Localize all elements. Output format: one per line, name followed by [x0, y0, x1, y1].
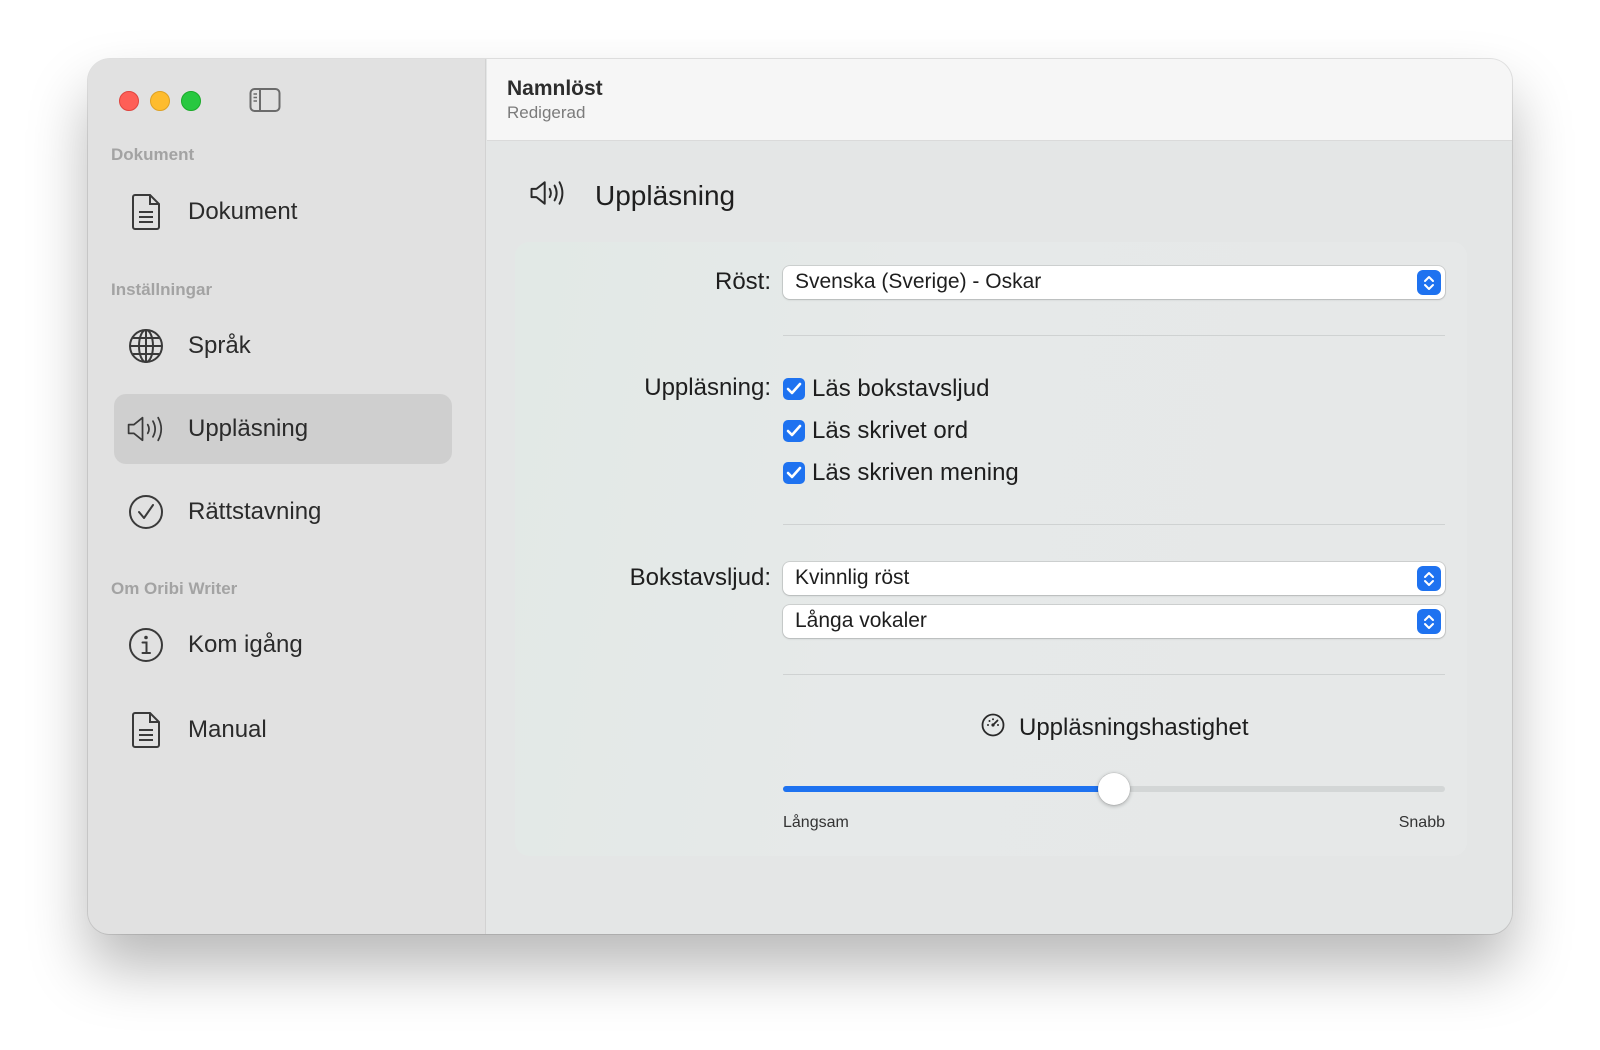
- sidebar-item-manual[interactable]: Manual: [114, 695, 452, 765]
- window-controls: [119, 91, 201, 111]
- page-heading: Uppläsning: [529, 179, 735, 212]
- minimize-button[interactable]: [150, 91, 170, 111]
- app-window: Dokument Dokument Inställningar Språk Up…: [88, 59, 1512, 934]
- speed-heading-label: Uppläsningshastighet: [1019, 713, 1249, 741]
- sidebar-item-kom-igang[interactable]: Kom igång: [114, 610, 452, 680]
- chevron-updown-icon: [1417, 609, 1441, 634]
- sidebar-section-dokument: Dokument: [111, 145, 195, 164]
- checkbox-label: Läs bokstavsljud: [812, 375, 990, 402]
- speedometer-icon: [980, 712, 1006, 743]
- letter-sound-voice-select[interactable]: Kvinnlig röst: [783, 562, 1445, 595]
- divider: [783, 674, 1445, 675]
- checkbox-read-letter-sounds[interactable]: Läs bokstavsljud: [783, 375, 989, 403]
- page-title: Uppläsning: [595, 179, 736, 211]
- speaker-icon: [126, 409, 166, 449]
- slider-max-label: Snabb: [1398, 814, 1445, 831]
- sidebar-item-label: Kom igång: [188, 631, 303, 658]
- speaker-icon: [529, 179, 567, 212]
- voice-select[interactable]: Svenska (Sverige) - Oskar: [783, 266, 1445, 299]
- sidebar-toggle-button[interactable]: [249, 87, 281, 113]
- vowel-length-value: Långa vokaler: [795, 609, 927, 632]
- speed-heading: Uppläsningshastighet: [980, 712, 1249, 743]
- close-button[interactable]: [119, 91, 139, 111]
- globe-icon: [126, 326, 166, 366]
- slider-min-label: Långsam: [783, 814, 849, 831]
- document-icon: [126, 192, 166, 232]
- info-icon: [126, 625, 166, 665]
- letter-sound-voice-value: Kvinnlig röst: [795, 566, 910, 589]
- sidebar-item-upplasning[interactable]: Uppläsning: [114, 394, 452, 464]
- checkbox-read-written-sentence[interactable]: Läs skriven mening: [783, 459, 1019, 487]
- sidebar-item-rattstavning[interactable]: Rättstavning: [114, 477, 452, 547]
- vowel-length-select[interactable]: Långa vokaler: [783, 605, 1445, 638]
- document-title: Namnlöst: [507, 77, 603, 100]
- voice-label: Röst:: [714, 268, 771, 295]
- reading-label: Uppläsning:: [644, 374, 771, 401]
- letter-sounds-label: Bokstavsljud:: [629, 564, 771, 591]
- checkbox-label: Läs skrivet ord: [812, 417, 969, 444]
- zoom-button[interactable]: [181, 91, 201, 111]
- divider: [783, 524, 1445, 525]
- chevron-updown-icon: [1417, 270, 1441, 295]
- sidebar-item-label: Manual: [188, 716, 267, 743]
- speed-slider[interactable]: [783, 771, 1445, 807]
- main-content: Namnlöst Redigerad Uppläsning Röst: Uppl…: [487, 59, 1512, 934]
- slider-fill: [783, 786, 1114, 792]
- checkbox-checked-icon: [783, 462, 805, 484]
- checkmark-circle-icon: [126, 492, 166, 532]
- sidebar-section-om: Om Oribi Writer: [111, 579, 238, 598]
- sidebar-item-label: Uppläsning: [188, 415, 309, 442]
- document-icon: [126, 710, 166, 750]
- title-bar: Namnlöst Redigerad: [487, 59, 1512, 141]
- settings-panel: Röst: Uppläsning: Bokstavsljud: Svenska …: [515, 242, 1467, 856]
- sidebar: Dokument Dokument Inställningar Språk Up…: [88, 59, 486, 934]
- sidebar-item-label: Rättstavning: [188, 498, 322, 525]
- checkbox-label: Läs skriven mening: [812, 459, 1019, 486]
- slider-thumb[interactable]: [1098, 773, 1130, 805]
- checkbox-checked-icon: [783, 420, 805, 442]
- sidebar-section-installningar: Inställningar: [111, 280, 213, 299]
- voice-select-value: Svenska (Sverige) - Oskar: [795, 270, 1042, 293]
- chevron-updown-icon: [1417, 566, 1441, 591]
- sidebar-item-label: Dokument: [188, 198, 298, 225]
- sidebar-toggle-icon: [249, 88, 281, 112]
- document-status: Redigerad: [507, 103, 586, 122]
- divider: [783, 335, 1445, 336]
- checkbox-checked-icon: [783, 378, 805, 400]
- checkbox-read-written-word[interactable]: Läs skrivet ord: [783, 417, 968, 445]
- sidebar-item-dokument[interactable]: Dokument: [114, 177, 452, 247]
- sidebar-item-sprak[interactable]: Språk: [114, 311, 452, 381]
- sidebar-item-label: Språk: [188, 332, 251, 359]
